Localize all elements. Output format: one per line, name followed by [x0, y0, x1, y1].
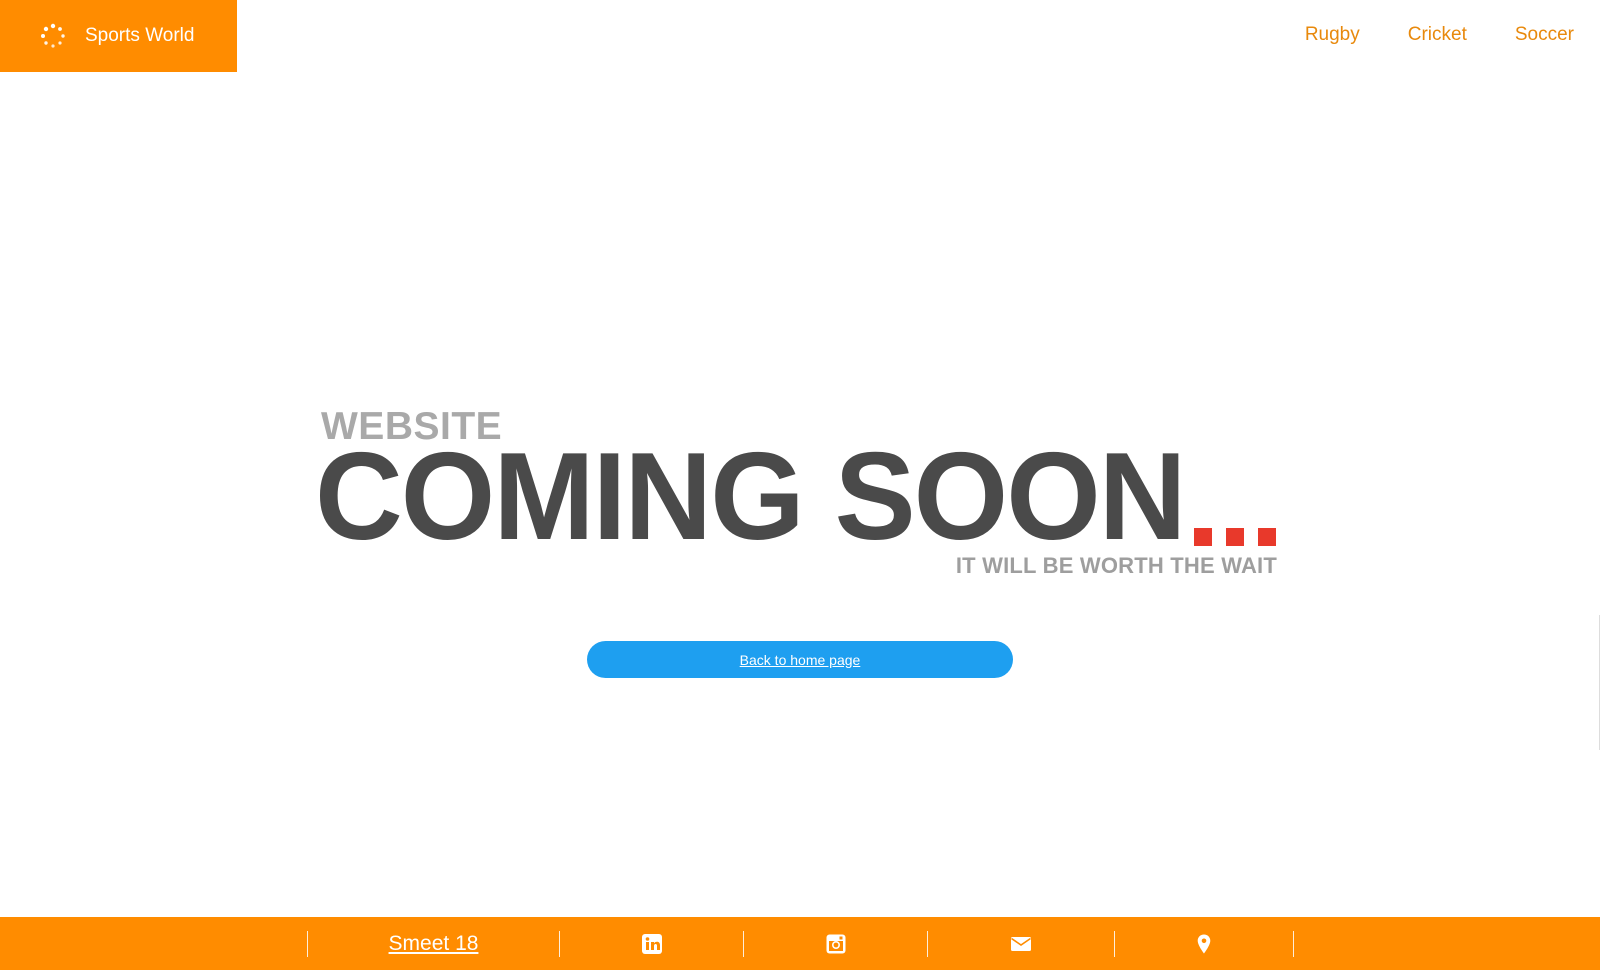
nav-item-rugby[interactable]: Rugby: [1305, 22, 1360, 48]
top-nav: Rugby Cricket Soccer: [1257, 22, 1574, 48]
coming-soon-graphic: WEBSITE COMING SOON IT WILL BE WORTH THE…: [315, 405, 1285, 585]
hero-headline: COMING SOON: [315, 428, 1187, 566]
instagram-icon[interactable]: [825, 933, 847, 955]
ellipsis-dot: [1226, 528, 1244, 546]
footer-instagram-item: [744, 917, 927, 970]
ellipsis-dot: [1194, 528, 1212, 546]
back-to-home-button[interactable]: Back to home page: [587, 641, 1013, 678]
footer-link-item: Smeet 18: [308, 917, 559, 970]
location-pin-icon[interactable]: [1193, 933, 1215, 955]
mail-icon[interactable]: [1009, 933, 1033, 955]
footer-location-item: [1115, 917, 1293, 970]
footer-mail-item: [928, 917, 1114, 970]
footer-linkedin-item: [560, 917, 743, 970]
ellipsis-dots: [1194, 528, 1276, 546]
nav-item-soccer[interactable]: Soccer: [1515, 22, 1574, 48]
nav-item-cricket[interactable]: Cricket: [1408, 22, 1467, 48]
brand-logo-link[interactable]: Sports World: [0, 0, 237, 72]
linkedin-icon[interactable]: [641, 933, 663, 955]
hero-tagline: IT WILL BE WORTH THE WAIT: [955, 553, 1277, 578]
footer-smeet-link[interactable]: Smeet 18: [389, 932, 479, 956]
brand-name: Sports World: [85, 25, 195, 46]
ellipsis-dot: [1258, 528, 1276, 546]
spinner-dots-icon: [40, 23, 66, 49]
footer-divider: [1293, 931, 1294, 957]
page: Sports World Rugby Cricket Soccer WEBSIT…: [0, 0, 1600, 970]
footer: Smeet 18: [0, 917, 1600, 970]
